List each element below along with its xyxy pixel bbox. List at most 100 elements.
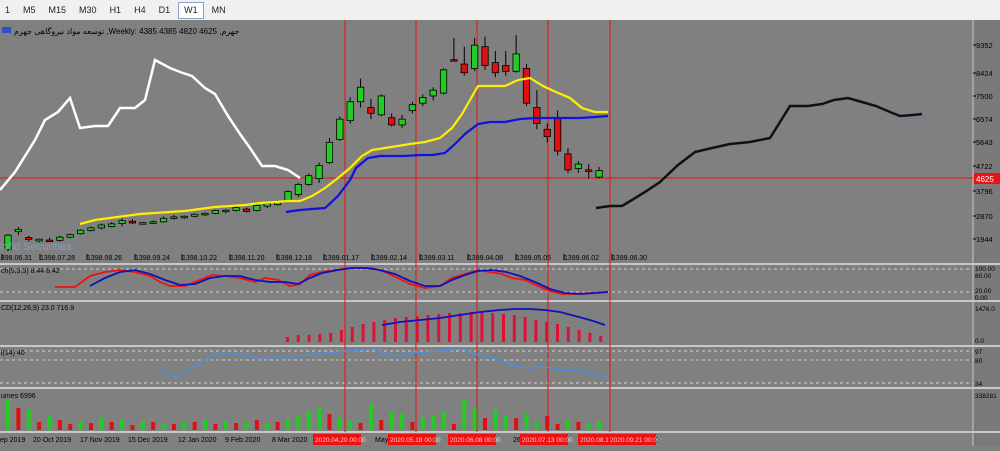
timeframe-h4-button[interactable]: H4	[129, 3, 151, 18]
volume-bar	[348, 421, 353, 430]
candle	[76, 229, 85, 235]
timeframe-m1-button[interactable]: 1	[0, 3, 15, 18]
timeline-label: 9 Feb 2020	[225, 437, 261, 444]
volume-bar	[545, 416, 550, 430]
timeline-label: May	[375, 437, 389, 444]
candle	[294, 182, 302, 197]
volume-bar	[462, 400, 467, 430]
date-axis-label: 1398.10.22	[182, 255, 217, 262]
chart-header: توسعه مواد نیروگاهی جهرم ,Weekly: 4385 4…	[14, 26, 239, 36]
indicator-scale-label: 80	[975, 358, 983, 365]
date-axis-label: 1398.08.26	[87, 255, 122, 262]
volume-bar	[171, 424, 176, 430]
volume-bar	[26, 410, 31, 430]
timeframe-mn-button[interactable]: MN	[207, 3, 231, 18]
candle	[232, 206, 240, 212]
volume-bar	[306, 412, 311, 430]
timeframe-m5-button[interactable]: M5	[18, 3, 41, 18]
macd-histogram-bar	[329, 333, 333, 342]
date-axis-label: 1398.07.28	[40, 255, 75, 262]
price-scale-label: 9352	[976, 41, 993, 50]
price-scale-label: 3796	[976, 187, 993, 196]
macd-histogram-bar	[502, 314, 505, 342]
date-axis-label: 1399.01.17	[324, 255, 359, 262]
volume-bar	[254, 420, 259, 430]
date-axis-label: 1399.04.08	[468, 255, 503, 262]
macd-histogram-bar	[545, 322, 549, 342]
timeframe-m15-button[interactable]: M15	[44, 3, 72, 18]
price-scale-label: 4722	[976, 162, 993, 171]
volume-bar	[534, 422, 539, 430]
volume-bar	[120, 420, 125, 430]
volume-bar	[472, 408, 477, 430]
volume-bar	[99, 418, 104, 430]
timeline-label: ep 2019	[0, 437, 25, 444]
chart-canvas[interactable]: 9352 8424 7500 6574 5643 4722 3796 2870 1944 100.…	[0, 20, 1000, 446]
macd-histogram-bar	[296, 335, 300, 342]
volume-bar	[597, 421, 602, 430]
price-scale-label: 6574	[976, 115, 993, 124]
price-scale-label: 7500	[976, 92, 993, 101]
macd-histogram-bar	[458, 313, 462, 342]
macd-histogram-bar	[469, 312, 473, 342]
candle	[439, 68, 448, 95]
macd-histogram-bar	[307, 335, 311, 342]
volume-bar	[223, 421, 228, 430]
macd-histogram-bar	[556, 324, 559, 342]
current-price-label: 4625	[976, 175, 994, 184]
volume-bar	[16, 408, 21, 430]
volume-bar	[140, 421, 145, 430]
candle	[66, 233, 74, 239]
timeframe-d1-button[interactable]: D1	[154, 3, 176, 18]
date-axis-label: 1398.11.20	[230, 255, 265, 262]
volume-bar	[130, 425, 135, 430]
volume-bar	[441, 412, 446, 430]
volume-bar	[358, 423, 363, 430]
volume-bar	[431, 416, 436, 430]
timeline-label: 20 Oct 2019	[33, 437, 71, 444]
candle	[305, 173, 313, 186]
volume-bar	[161, 423, 166, 430]
timeframe-m30-button[interactable]: M30	[74, 3, 102, 18]
volume-bar	[68, 424, 73, 430]
candle	[522, 64, 531, 107]
indicator-scale-label: 100.00	[975, 266, 995, 273]
date-axis-label: 1399.06.30	[612, 255, 647, 262]
timeframe-h1-button[interactable]: H1	[105, 3, 127, 18]
macd-histogram-bar	[350, 327, 354, 342]
macd-histogram-bar	[588, 333, 592, 342]
indicator-scale-label: 34	[975, 381, 983, 388]
chart-area[interactable]: 9352 8424 7500 6574 5643 4722 3796 2870 1944 100.…	[0, 20, 1000, 446]
volume-bar	[234, 423, 239, 430]
volume-bar	[203, 420, 208, 430]
candle	[211, 209, 219, 215]
indicator-scale-label: 20.00	[975, 288, 992, 295]
date-axis-label: 1399.06.02	[564, 255, 599, 262]
macd-histogram-bar	[383, 320, 387, 342]
volume-bar	[379, 420, 384, 430]
date-axis-label: 1399.03.11	[420, 255, 455, 262]
timeframe-w1-button[interactable]: W1	[178, 1, 204, 19]
indicator-scale-label: 1476.0	[975, 306, 995, 313]
macd-label: CD(12,26,9) 23.0 716.9	[1, 305, 74, 312]
volume-bar	[493, 410, 498, 430]
volume-bar	[265, 424, 270, 430]
indicator-scale-label: 0.0	[975, 338, 984, 345]
volume-bar	[47, 416, 52, 430]
volume-bar	[192, 422, 197, 430]
indicator-scale-label: 97	[975, 349, 983, 356]
volume-bar	[151, 422, 156, 430]
period-tag-label: 2020.06.08 00:00	[450, 437, 501, 444]
price-scale-label: 8424	[976, 69, 993, 78]
price-scale-label: 5643	[976, 138, 993, 147]
price-scale-label: 2870	[976, 212, 993, 221]
macd-histogram-bar	[523, 317, 527, 342]
volume-bar	[78, 421, 83, 430]
candle	[253, 204, 261, 212]
candle	[191, 213, 199, 218]
macd-histogram-bar	[318, 334, 322, 342]
macd-histogram-bar	[361, 324, 365, 342]
period-tag-label: 2020.07.13 00:00	[522, 437, 573, 444]
volume-label: umes 6996	[1, 393, 36, 400]
date-axis-label: 1398.06.31	[0, 255, 32, 262]
